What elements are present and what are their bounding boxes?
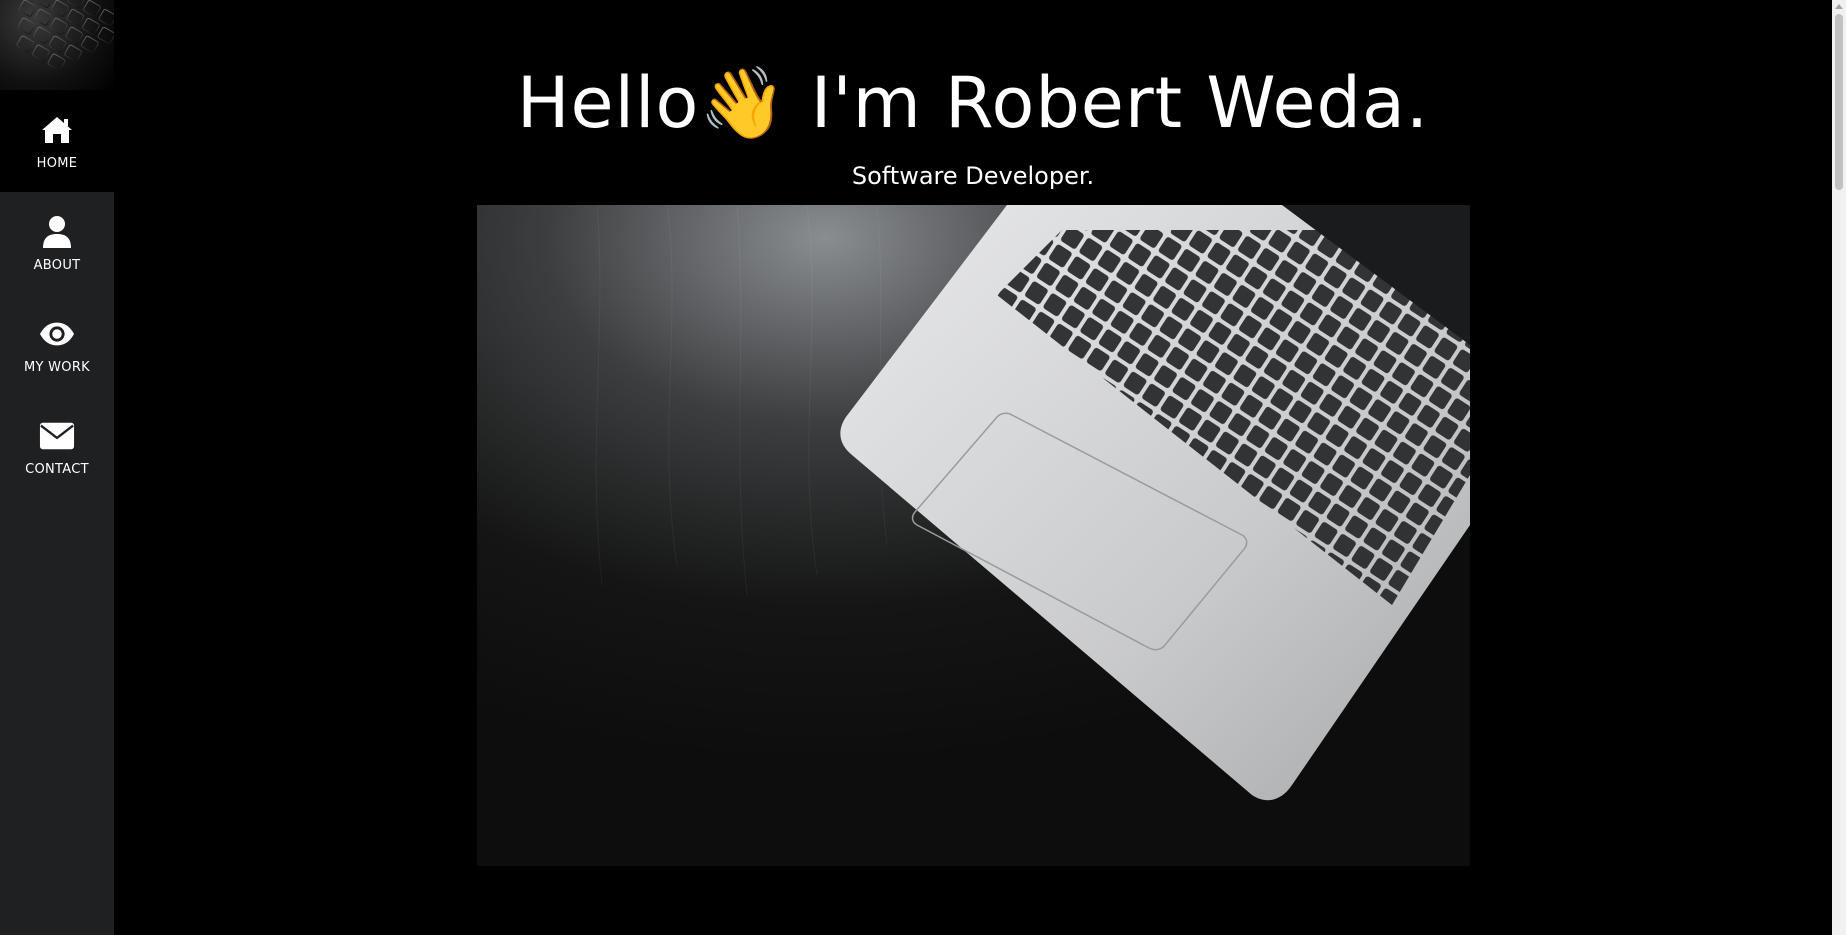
sidebar-item-label: HOME — [36, 155, 78, 171]
sidebar: HOME ABOUT MY WORK CONTACT — [0, 0, 114, 935]
sidebar-item-contact[interactable]: CONTACT — [0, 396, 114, 498]
sidebar-item-home[interactable]: HOME — [0, 90, 114, 192]
sidebar-item-label: CONTACT — [25, 461, 89, 477]
vertical-scrollbar[interactable] — [1832, 0, 1846, 935]
sidebar-item-label: MY WORK — [23, 359, 91, 375]
user-icon — [39, 214, 75, 250]
main-content: Hello👋 I'm Robert Weda. Software Develop… — [114, 0, 1832, 935]
envelope-icon — [39, 418, 75, 454]
hero-subtitle: Software Developer. — [851, 162, 1095, 190]
logo[interactable] — [0, 0, 114, 90]
sidebar-item-label: ABOUT — [33, 257, 81, 273]
hero-laptop-image — [477, 205, 1470, 866]
sidebar-item-about[interactable]: ABOUT — [0, 192, 114, 294]
home-icon — [39, 112, 75, 148]
scroll-thumb[interactable] — [1835, 14, 1843, 190]
hero-title: Hello👋 I'm Robert Weda. — [516, 62, 1430, 144]
scroll-up-icon[interactable] — [1835, 4, 1843, 9]
sidebar-item-my-work[interactable]: MY WORK — [0, 294, 114, 396]
eye-icon — [39, 316, 75, 352]
